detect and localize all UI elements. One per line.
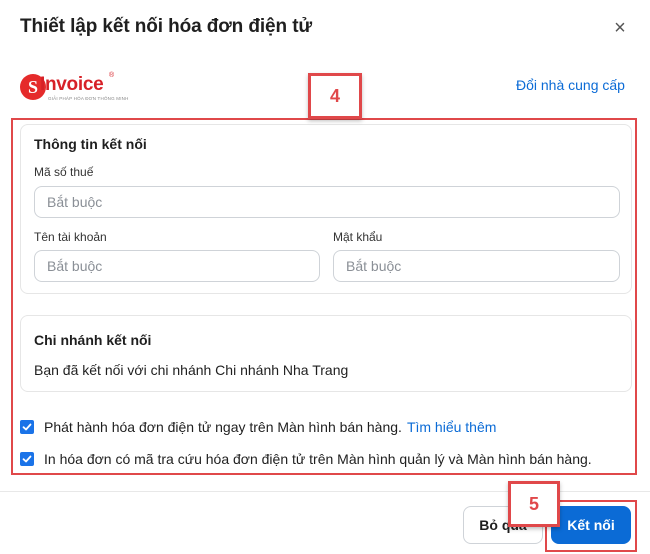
logo-tagline: GIẢI PHÁP HÓA ĐƠN THÔNG MINH <box>48 96 129 101</box>
close-icon[interactable]: × <box>608 16 632 40</box>
step-callout-5: 5 <box>508 481 560 527</box>
change-provider-link[interactable]: Đổi nhà cung cấp <box>516 77 625 93</box>
sinvoice-logo: S Invoice ® GIẢI PHÁP HÓA ĐƠN THÔNG MINH <box>20 72 130 104</box>
annotation-highlight-connection <box>11 118 637 475</box>
logo-text: Invoice <box>40 74 104 95</box>
logo-trademark: ® <box>109 72 115 79</box>
dialog-title: Thiết lập kết nối hóa đơn điện tử <box>20 16 313 37</box>
step-callout-4: 4 <box>308 73 362 119</box>
connection-dialog: Thiết lập kết nối hóa đơn điện tử × S In… <box>0 0 650 554</box>
